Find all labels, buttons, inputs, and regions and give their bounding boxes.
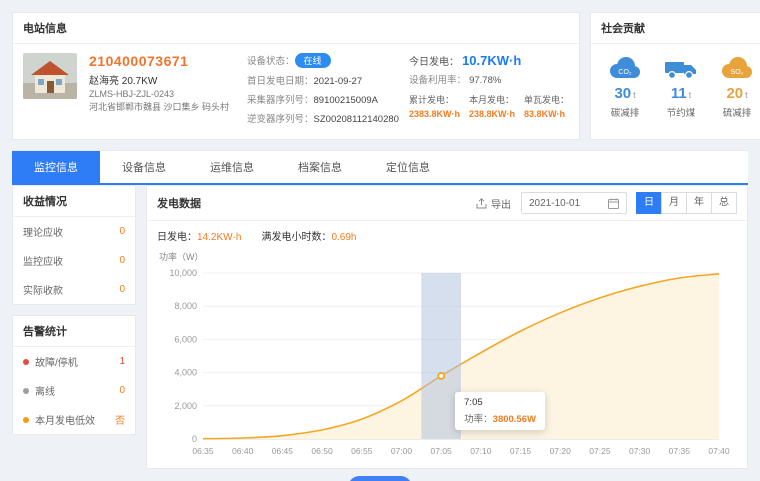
station-owner: 赵海亮 20.7KW — [89, 72, 235, 87]
svg-text:07:30: 07:30 — [629, 446, 651, 456]
top-row: 电站信息 210400073671 赵海亮 20.7KW ZLMS-HBJ-ZJ… — [12, 12, 748, 140]
svg-text:4,000: 4,000 — [174, 368, 197, 378]
alarm-row-offline: 离线 0 — [13, 376, 135, 405]
income-card-title: 收益情况 — [13, 186, 135, 217]
svg-text:2,000: 2,000 — [174, 401, 197, 411]
daily-generation-stat: 日发电：14.2KW·h — [157, 228, 241, 243]
status-badge: 在线 — [295, 53, 331, 68]
station-address: 河北省邯郸市魏县 沙口集乡 码头村 — [89, 102, 235, 114]
alarm-card: 告警统计 故障/停机 1 离线 0 本月发电低效 否 — [12, 315, 136, 435]
svg-text:07:05: 07:05 — [431, 446, 453, 456]
tab-archive-info[interactable]: 档案信息 — [276, 151, 364, 183]
month-generation-stat: 本月发电： 238.8KW·h — [469, 93, 515, 119]
calendar-icon — [608, 198, 619, 209]
per-watt-generation-stat: 单瓦发电： 83.8KW·h — [524, 93, 569, 119]
income-row-theoretical: 理论应收 0 — [13, 217, 135, 246]
first-gen-date-row: 首日发电日期：2021-09-27 — [247, 73, 397, 87]
svg-text:07:20: 07:20 — [550, 446, 572, 456]
fault-dot-icon — [23, 359, 29, 365]
range-total-button[interactable]: 总 — [711, 192, 737, 214]
export-button[interactable]: 导出 — [476, 196, 511, 211]
date-picker[interactable]: 2021-10-01 — [521, 192, 627, 214]
coal-truck-icon — [662, 54, 700, 82]
total-generation-stat: 累计发电： 2383.8KW·h — [409, 93, 460, 119]
station-panel-title: 电站信息 — [13, 13, 579, 44]
svg-text:07:00: 07:00 — [391, 446, 413, 456]
collector-serial-row: 采集器序列号：89100215009A — [247, 92, 397, 106]
tab-location-info[interactable]: 定位信息 — [364, 151, 452, 183]
station-photo — [23, 53, 77, 99]
dashboard-page: 电站信息 210400073671 赵海亮 20.7KW ZLMS-HBJ-ZJ… — [0, 0, 760, 481]
carbon-reduction-item: CO₂ 30t 碳减排 — [597, 54, 653, 119]
range-day-button[interactable]: 日 — [636, 192, 662, 214]
svg-text:06:35: 06:35 — [192, 446, 214, 456]
svg-text:06:50: 06:50 — [311, 446, 333, 456]
svg-text:10,000: 10,000 — [169, 268, 197, 278]
alarm-row-low-efficiency: 本月发电低效 否 — [13, 405, 135, 434]
low-efficiency-dot-icon — [23, 417, 29, 423]
svg-text:07:10: 07:10 — [470, 446, 492, 456]
tab-ops-info[interactable]: 运维信息 — [188, 151, 276, 183]
svg-text:06:45: 06:45 — [272, 446, 294, 456]
tab-device-info[interactable]: 设备信息 — [100, 151, 188, 183]
income-card: 收益情况 理论应收 0 监控应收 0 实际收款 0 — [12, 185, 136, 305]
generation-data-panel: 发电数据 导出 2021-10-01 — [146, 185, 748, 469]
station-info-panel: 电站信息 210400073671 赵海亮 20.7KW ZLMS-HBJ-ZJ… — [12, 12, 580, 140]
full-hours-stat: 满发电小时数：0.69h — [261, 228, 356, 243]
device-utilization: 设备利用率： 97.78% — [409, 72, 569, 86]
device-status-row: 设备状态：在线 — [247, 53, 397, 68]
svg-text:06:55: 06:55 — [351, 446, 373, 456]
svg-text:8,000: 8,000 — [174, 301, 197, 311]
co2-cloud-icon: CO₂ — [606, 54, 644, 82]
tab-monitor-info[interactable]: 监控信息 — [12, 151, 100, 183]
chart-panel-title: 发电数据 — [157, 195, 476, 211]
inverter-serial-row: 逆变器序列号：SZ00208112140280 — [247, 111, 397, 125]
sulfur-reduction-item: SO₂ 20t 硫减排 — [709, 54, 760, 119]
coal-saving-item: 11t 节约煤 — [653, 54, 709, 119]
svg-text:07:15: 07:15 — [510, 446, 532, 456]
offline-dot-icon — [23, 388, 29, 394]
social-contribution-panel: 社会贡献 CO₂ 30t 碳减排 — [590, 12, 760, 140]
so2-cloud-icon: SO₂ — [718, 54, 756, 82]
contribution-panel-title: 社会贡献 — [591, 13, 760, 44]
svg-text:07:25: 07:25 — [589, 446, 611, 456]
range-year-button[interactable]: 年 — [686, 192, 712, 214]
export-icon — [476, 198, 487, 209]
main-tabbar: 监控信息 设备信息 运维信息 档案信息 定位信息 — [12, 150, 748, 185]
svg-text:CO₂: CO₂ — [618, 69, 632, 76]
svg-text:06:40: 06:40 — [232, 446, 254, 456]
station-code: ZLMS-HBJ-ZJL-0243 — [89, 89, 235, 99]
svg-text:07:40: 07:40 — [708, 446, 730, 456]
svg-text:0: 0 — [192, 434, 197, 444]
svg-text:6,000: 6,000 — [174, 334, 197, 344]
left-sidebar: 收益情况 理论应收 0 监控应收 0 实际收款 0 告警统计 故障/ — [12, 185, 136, 445]
chart-canvas[interactable]: 0 2,000 4,000 6,000 8,000 10,000 06:35 06:40 06:… — [157, 265, 733, 461]
today-generation: 今日发电： 10.7KW·h — [409, 53, 569, 68]
power-line-chart: 0 2,000 4,000 6,000 8,000 10,000 06:35 06:40 06:… — [157, 265, 737, 464]
range-toggle: 日 月 年 总 — [637, 192, 737, 214]
station-id: 210400073671 — [89, 53, 235, 69]
alarm-card-title: 告警统计 — [13, 316, 135, 347]
income-row-monitored: 监控应收 0 — [13, 246, 135, 275]
svg-text:07:35: 07:35 — [669, 446, 691, 456]
back-button[interactable]: ❮ 返回 — [348, 476, 412, 481]
income-row-actual: 实际收款 0 — [13, 275, 135, 304]
svg-text:SO₂: SO₂ — [731, 69, 744, 76]
range-month-button[interactable]: 月 — [661, 192, 687, 214]
y-axis-label: 功率（W） — [159, 250, 737, 263]
alarm-row-fault: 故障/停机 1 — [13, 347, 135, 376]
date-value: 2021-10-01 — [529, 198, 580, 209]
